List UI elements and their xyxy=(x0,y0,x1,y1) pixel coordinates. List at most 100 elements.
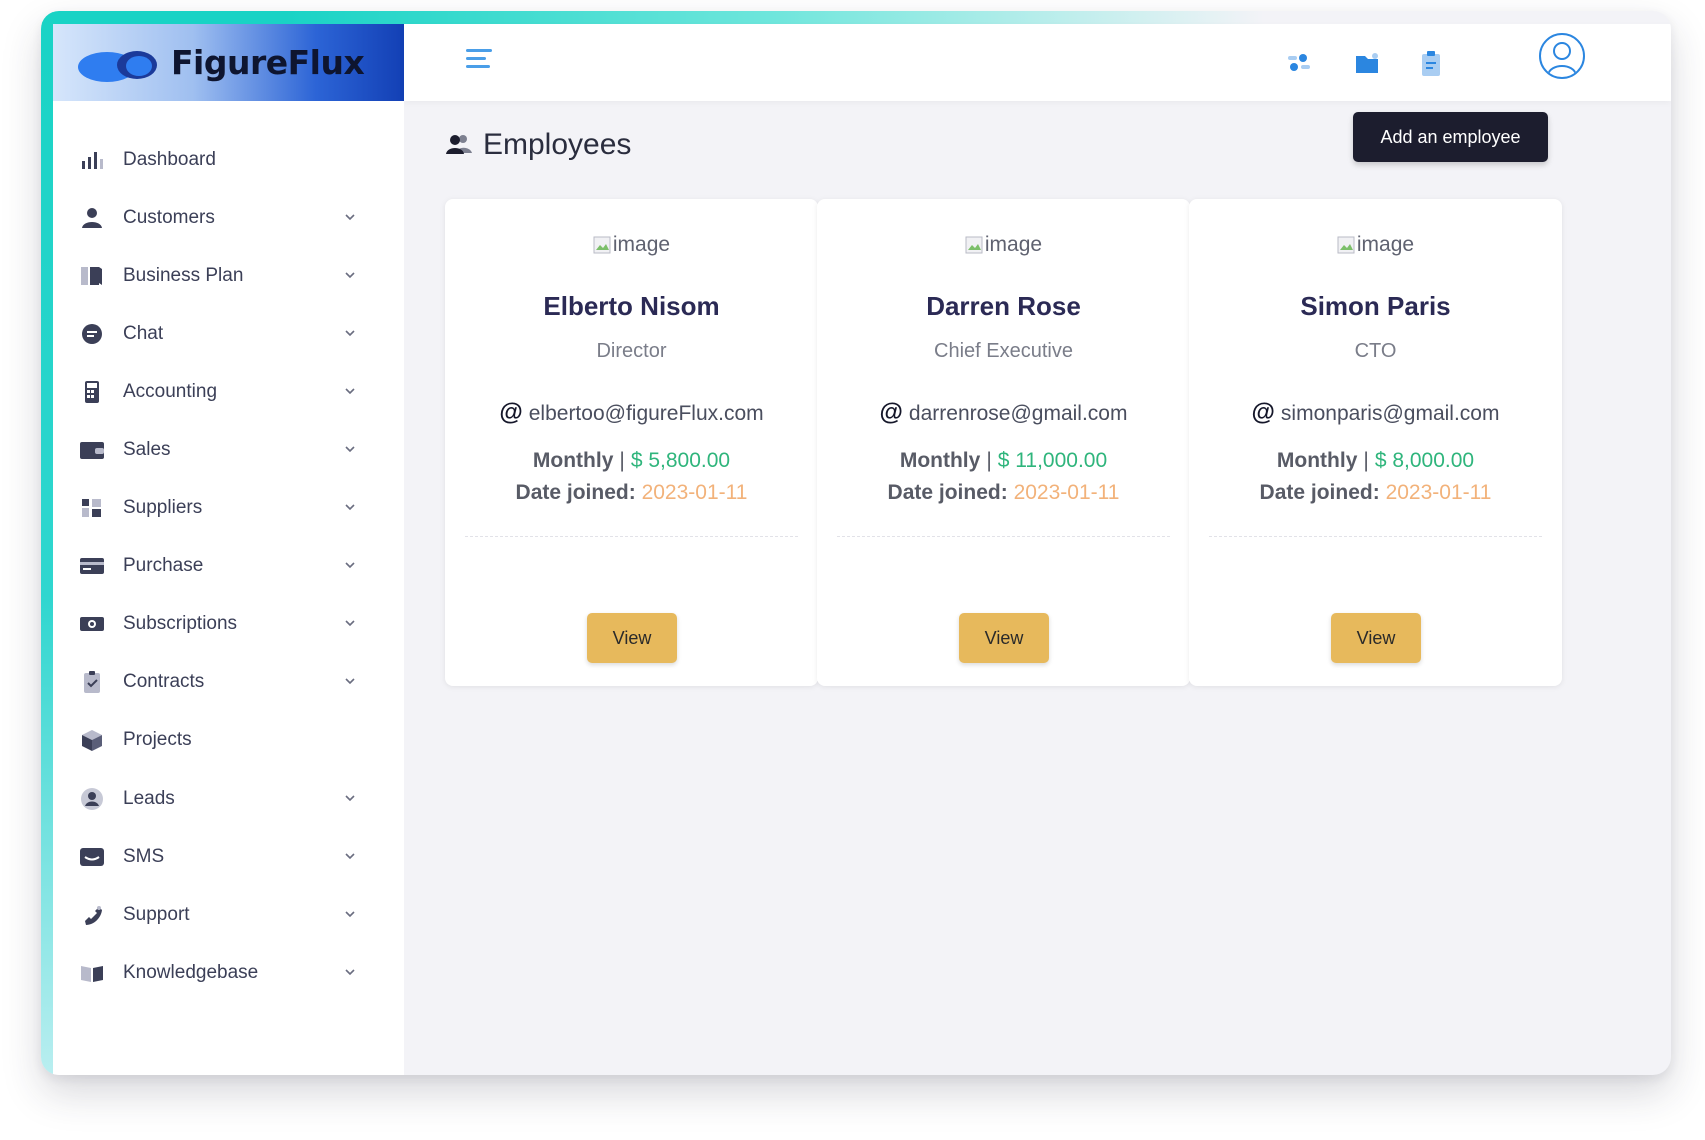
employee-date-joined: Date joined: 2023-01-11 xyxy=(1259,481,1492,504)
users-icon xyxy=(445,131,473,160)
sidebar-item-leads[interactable]: Leads xyxy=(53,775,404,823)
employee-card: image Simon Paris CTO @ simonparis@gmail.… xyxy=(1189,199,1562,686)
broken-image-icon xyxy=(1337,236,1355,254)
user-avatar-icon[interactable] xyxy=(1539,33,1585,79)
top-accent-bar xyxy=(41,11,1671,24)
grid-blocks-icon xyxy=(79,496,105,520)
sidebar-item-label: Contracts xyxy=(123,671,205,692)
view-button[interactable]: View xyxy=(959,613,1049,663)
employee-role: Director xyxy=(596,340,667,362)
sidebar-item-label: Customers xyxy=(123,207,215,228)
employee-email: @ simonparis@gmail.com xyxy=(1251,399,1500,426)
cube-icon xyxy=(79,728,105,752)
sidebar-item-support[interactable]: Support xyxy=(53,891,404,939)
credit-card-icon xyxy=(79,554,105,578)
sidebar-item-sales[interactable]: Sales xyxy=(53,426,404,474)
add-employee-button[interactable]: Add an employee xyxy=(1353,112,1548,162)
left-accent-bar xyxy=(41,11,53,1075)
employee-card: image Darren Rose Chief Executive @ darre… xyxy=(817,199,1190,686)
chevron-down-icon xyxy=(343,616,357,630)
employee-name: Simon Paris xyxy=(1300,291,1451,321)
chat-bubble-icon xyxy=(79,322,105,346)
chevron-down-icon xyxy=(343,210,357,224)
sidebar-item-contracts[interactable]: Contracts xyxy=(53,658,404,706)
employee-photo: image xyxy=(445,233,818,257)
chevron-down-icon xyxy=(343,500,357,514)
open-book-icon xyxy=(79,961,105,985)
employee-date-joined: Date joined: 2023-01-11 xyxy=(515,481,748,504)
money-icon xyxy=(79,612,105,636)
app-name: FigureFlux xyxy=(171,43,365,82)
brand-logo[interactable]: FigureFlux xyxy=(53,24,404,101)
sidebar-item-label: Leads xyxy=(123,788,175,809)
sidebar-item-subscriptions[interactable]: Subscriptions xyxy=(53,600,404,648)
employee-email: @ darrenrose@gmail.com xyxy=(879,399,1128,426)
employee-salary: Monthly | $ 11,000.00 xyxy=(899,449,1108,472)
sidebar-item-chat[interactable]: Chat xyxy=(53,310,404,358)
chevron-down-icon xyxy=(343,965,357,979)
broken-image-icon xyxy=(593,236,611,254)
sidebar-item-label: Chat xyxy=(123,323,164,344)
cloud-logo-icon xyxy=(77,43,167,83)
sidebar-item-accounting[interactable]: Accounting xyxy=(53,368,404,416)
calculator-icon xyxy=(79,380,105,404)
toggle-icon[interactable] xyxy=(1284,48,1314,78)
sidebar-item-suppliers[interactable]: Suppliers xyxy=(53,484,404,532)
sidebar-item-label: Dashboard xyxy=(123,149,216,170)
chevron-down-icon xyxy=(343,674,357,688)
wallet-icon xyxy=(79,438,105,462)
top-bar xyxy=(404,24,1671,101)
sidebar-item-label: Subscriptions xyxy=(123,613,238,634)
sidebar-item-business-plan[interactable]: Business Plan xyxy=(53,252,404,300)
sidebar-item-label: Business Plan xyxy=(123,265,244,286)
sidebar-item-projects[interactable]: Projects xyxy=(53,716,404,764)
at-icon: @ xyxy=(879,399,903,426)
sidebar-item-sms[interactable]: SMS xyxy=(53,833,404,881)
employee-photo: image xyxy=(817,233,1190,257)
sidebar-item-customers[interactable]: Customers xyxy=(53,194,404,242)
clipboard-check-icon xyxy=(79,670,105,694)
sidebar-item-label: Purchase xyxy=(123,555,204,576)
employee-salary: Monthly | $ 5,800.00 xyxy=(532,449,731,472)
chevron-down-icon xyxy=(343,326,357,340)
broken-image-icon xyxy=(965,236,983,254)
employee-card: image Elberto Nisom Director @ elbertoo@f… xyxy=(445,199,818,686)
user-circle-icon xyxy=(79,787,105,811)
view-button[interactable]: View xyxy=(587,613,677,663)
sidebar-item-dashboard[interactable]: Dashboard xyxy=(53,136,404,184)
sidebar-item-label: Sales xyxy=(123,439,171,460)
chevron-down-icon xyxy=(343,384,357,398)
card-divider xyxy=(837,536,1170,537)
clipboard-icon[interactable] xyxy=(1416,48,1446,78)
sidebar-item-label: SMS xyxy=(123,846,165,867)
phone-icon xyxy=(79,903,105,927)
page-header: Employees xyxy=(445,123,631,167)
bar-chart-icon xyxy=(79,148,105,172)
chevron-down-icon xyxy=(343,907,357,921)
card-divider xyxy=(465,536,798,537)
person-icon xyxy=(79,206,105,230)
view-button[interactable]: View xyxy=(1331,613,1421,663)
sidebar-item-label: Knowledgebase xyxy=(123,962,259,983)
sidebar: Dashboard Customers Business Plan Chat A… xyxy=(53,101,404,1075)
employee-role: CTO xyxy=(1354,340,1397,362)
menu-icon[interactable] xyxy=(466,49,496,75)
employee-photo: image xyxy=(1189,233,1562,257)
message-icon xyxy=(79,845,105,869)
employee-salary: Monthly | $ 8,000.00 xyxy=(1276,449,1475,472)
chevron-down-icon xyxy=(343,849,357,863)
at-icon: @ xyxy=(499,399,523,426)
sidebar-item-knowledgebase[interactable]: Knowledgebase xyxy=(53,949,404,997)
chevron-down-icon xyxy=(343,268,357,282)
chevron-down-icon xyxy=(343,791,357,805)
card-divider xyxy=(1209,536,1542,537)
chevron-down-icon xyxy=(343,558,357,572)
employee-role: Chief Executive xyxy=(934,340,1073,362)
book-icon xyxy=(79,264,105,288)
folder-icon[interactable] xyxy=(1352,48,1382,78)
chevron-down-icon xyxy=(343,442,357,456)
sidebar-item-label: Suppliers xyxy=(123,497,203,518)
sidebar-item-purchase[interactable]: Purchase xyxy=(53,542,404,590)
employee-date-joined: Date joined: 2023-01-11 xyxy=(887,481,1120,504)
at-icon: @ xyxy=(1251,399,1275,426)
